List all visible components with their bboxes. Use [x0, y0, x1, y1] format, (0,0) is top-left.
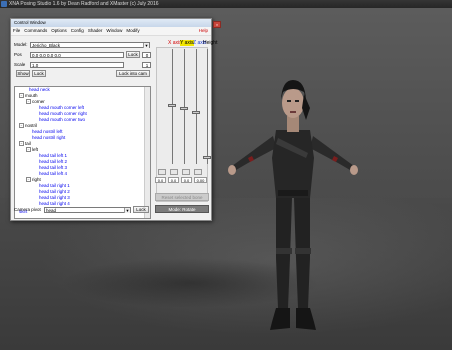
x-axis-value[interactable]: 0.0	[155, 177, 166, 183]
control-window: Control Window –□× FileCommandsOptionsCo…	[10, 18, 221, 221]
pos-label: Pos	[14, 52, 22, 57]
menu-modify[interactable]: Modify	[124, 27, 141, 35]
z-axis-value[interactable]: 0.0	[181, 177, 192, 183]
menu-bar: File Commands Options Config Shader Window Mod…	[11, 27, 211, 36]
menu-file[interactable]: File	[11, 27, 22, 35]
menu-shader[interactable]: Shader	[86, 27, 105, 35]
height-reset-button[interactable]	[194, 169, 202, 175]
tree-group-label: right	[32, 177, 41, 182]
collapse-icon[interactable]: −	[19, 93, 24, 99]
close-button[interactable]: ×	[213, 21, 221, 28]
camera-lock-button[interactable]: Lock	[133, 206, 149, 213]
tree-group-label: left	[32, 147, 39, 152]
y-axis-slider-thumb[interactable]	[180, 107, 188, 110]
tree-scrollbar[interactable]	[144, 87, 150, 218]
scale-number-field[interactable]: 1	[142, 62, 151, 68]
x-axis-reset-button[interactable]	[158, 169, 166, 175]
scale-label: Scale	[14, 62, 26, 67]
y-axis-label: Y axis	[180, 40, 194, 46]
tree-group[interactable]: − left	[26, 147, 38, 153]
tree-item[interactable]: head tail left 4	[39, 171, 67, 177]
chevron-down-icon[interactable]: ▼	[124, 208, 130, 213]
height-slider[interactable]	[207, 49, 208, 164]
lock-button[interactable]: Lock	[32, 70, 46, 77]
collapse-icon[interactable]: −	[26, 147, 31, 153]
lock-into-cam-button[interactable]: Lock into cam	[116, 70, 150, 77]
z-axis-slider[interactable]	[196, 49, 197, 164]
model-select-value: Jericho_Black	[32, 43, 61, 48]
scale-input[interactable]: 1.0	[30, 62, 124, 68]
tree-group-label: mouth	[25, 93, 38, 98]
collapse-icon[interactable]: −	[26, 177, 31, 183]
menu-commands[interactable]: Commands	[22, 27, 49, 35]
z-axis-slider-thumb[interactable]	[192, 111, 200, 114]
model-label: Model:	[14, 42, 28, 47]
menu-help[interactable]: Help	[199, 27, 208, 35]
x-axis-slider-thumb[interactable]	[168, 104, 176, 107]
tree-group-label: corner	[32, 99, 45, 104]
tree-group-label: tail	[25, 141, 31, 146]
tree-item[interactable]: head mouth corner two	[39, 117, 85, 123]
y-axis-reset-button[interactable]	[170, 169, 178, 175]
app-logo-icon	[1, 1, 7, 7]
camera-pivot-label: Camera pivot	[14, 207, 41, 212]
menu-config[interactable]: Config	[69, 27, 86, 35]
app-title-bar: XNA Posing Studio 1.6 by Dean Radford an…	[0, 0, 452, 8]
z-axis-reset-button[interactable]	[182, 169, 190, 175]
height-value[interactable]: 0.00	[194, 177, 207, 183]
control-window-titlebar[interactable]: Control Window –□×	[11, 19, 221, 28]
pos-input[interactable]: 0.0 0.0 0.0 0.0	[30, 52, 124, 58]
height-label: Height	[203, 40, 218, 46]
show-button[interactable]: Show	[16, 70, 30, 77]
model-select[interactable]: Jericho_Black ▼	[30, 42, 150, 48]
camera-pivot-select[interactable]: head ▼	[44, 207, 131, 213]
y-axis-value[interactable]: 0.0	[168, 177, 179, 183]
collapse-icon[interactable]: −	[26, 99, 31, 105]
camera-pivot-value: head	[46, 208, 57, 213]
mode-rotate-button[interactable]: Mode: Rotate	[155, 205, 209, 213]
chevron-down-icon[interactable]: ▼	[143, 43, 149, 48]
bone-tree[interactable]: head neck − mouth − corner head mouth corn…	[14, 86, 151, 219]
pos-number-field[interactable]: 0	[142, 52, 151, 58]
menu-window[interactable]: Window	[104, 27, 124, 35]
reset-selected-bone-button[interactable]: Reset selected bone	[155, 193, 209, 201]
tree-item[interactable]: head nostril right	[32, 135, 65, 141]
collapse-icon[interactable]: −	[19, 141, 24, 147]
character-model[interactable]	[218, 8, 368, 350]
height-slider-thumb[interactable]	[203, 156, 211, 159]
pos-lock-button[interactable]: Lock	[126, 51, 140, 58]
control-window-title: Control Window	[14, 20, 46, 25]
menu-options[interactable]: Options	[49, 27, 69, 35]
tree-group-label: nostril	[25, 123, 38, 128]
app-title: XNA Posing Studio 1.6 by Dean Radford an…	[9, 1, 159, 7]
collapse-icon[interactable]: −	[19, 123, 24, 129]
